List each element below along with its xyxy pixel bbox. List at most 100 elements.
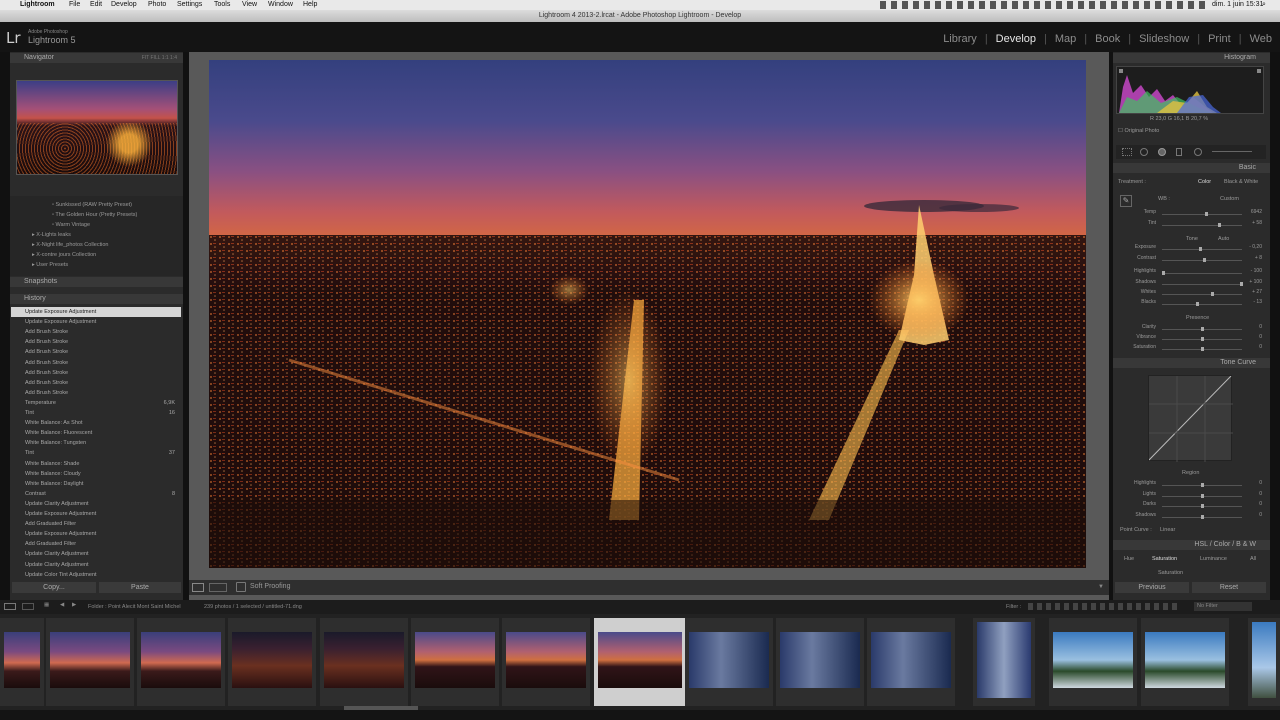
basic-header[interactable]: Basic bbox=[1113, 163, 1270, 173]
module-map[interactable]: Map bbox=[1055, 33, 1076, 45]
tone-curve-graph[interactable] bbox=[1148, 375, 1233, 462]
hsl-tab-hue[interactable]: Hue bbox=[1124, 556, 1134, 562]
slider-value[interactable]: - 13 bbox=[1253, 299, 1262, 305]
history-item[interactable]: Update Clarity Adjustment bbox=[11, 560, 181, 570]
snapshots-header[interactable]: Snapshots bbox=[10, 277, 183, 287]
preset-item[interactable]: ▸ User Presets bbox=[32, 262, 68, 268]
soft-proofing-checkbox[interactable] bbox=[236, 582, 246, 592]
slider-value[interactable]: 0 bbox=[1259, 344, 1262, 350]
history-item[interactable]: White Balance: Tungsten bbox=[11, 438, 181, 448]
preset-item[interactable]: ▸ X-contre jours Collection bbox=[32, 252, 96, 258]
slider-highlights[interactable]: Highlights - 100 bbox=[1122, 268, 1262, 278]
menu-photo[interactable]: Photo bbox=[148, 0, 166, 10]
primary-window-icon[interactable] bbox=[4, 603, 16, 610]
navigator-preview[interactable] bbox=[16, 80, 178, 175]
preset-item[interactable]: ▫ Warm Vintage bbox=[52, 222, 90, 228]
back-arrow-icon[interactable]: ◀ bbox=[60, 602, 64, 608]
slider-knob[interactable] bbox=[1201, 493, 1204, 498]
histogram-header[interactable]: Histogram bbox=[1113, 53, 1270, 63]
slider-value[interactable]: 0 bbox=[1259, 324, 1262, 330]
photo-count[interactable]: 239 photos / 1 selected / untitled-71.dn… bbox=[204, 604, 302, 610]
slider-value[interactable]: 0 bbox=[1259, 501, 1262, 507]
before-after-icon[interactable] bbox=[209, 583, 227, 592]
module-book[interactable]: Book bbox=[1095, 33, 1120, 45]
preset-item[interactable]: ▸ X-Night life_photos Collection bbox=[32, 242, 108, 248]
slider-value[interactable]: 0 bbox=[1259, 512, 1262, 518]
filmstrip-thumbnail[interactable] bbox=[1049, 618, 1137, 706]
filmstrip-thumbnail[interactable] bbox=[411, 618, 499, 706]
history-item[interactable]: Add Brush Stroke bbox=[11, 358, 181, 368]
module-slideshow[interactable]: Slideshow bbox=[1139, 33, 1189, 45]
history-item[interactable]: Update Exposure Adjustment bbox=[11, 509, 181, 519]
forward-arrow-icon[interactable]: ▶ bbox=[72, 602, 76, 608]
preset-item[interactable]: ▫ Sunkissed (RAW Pretty Preset) bbox=[52, 202, 132, 208]
filmstrip-thumbnail[interactable] bbox=[1141, 618, 1229, 706]
treatment-color[interactable]: Color bbox=[1198, 179, 1211, 185]
history-item[interactable]: Update Clarity Adjustment bbox=[11, 549, 181, 559]
slider-blacks[interactable]: Blacks - 13 bbox=[1122, 299, 1262, 309]
grid-icon[interactable]: ▦ bbox=[44, 602, 49, 608]
slider-value[interactable]: - 100 bbox=[1251, 268, 1262, 274]
history-item[interactable]: White Balance: Cloudy bbox=[11, 469, 181, 479]
slider-knob[interactable] bbox=[1162, 271, 1165, 275]
history-item[interactable]: White Balance: Shade bbox=[11, 459, 181, 469]
history-item[interactable]: Contrast 8 bbox=[11, 489, 181, 499]
clipping-shadows-icon[interactable] bbox=[1119, 69, 1123, 73]
slider-value[interactable]: + 100 bbox=[1249, 279, 1262, 285]
filmstrip-thumbnail[interactable] bbox=[1248, 618, 1280, 706]
module-web[interactable]: Web bbox=[1250, 33, 1272, 45]
tone-auto-button[interactable]: Auto bbox=[1218, 236, 1229, 242]
menu-settings[interactable]: Settings bbox=[177, 0, 202, 10]
module-develop[interactable]: Develop bbox=[996, 33, 1036, 45]
status-icons[interactable] bbox=[880, 1, 1210, 9]
menu-view[interactable]: View bbox=[242, 0, 257, 10]
slider-whites[interactable]: Whites + 27 bbox=[1122, 289, 1262, 299]
module-print[interactable]: Print bbox=[1208, 33, 1231, 45]
radial-filter-icon[interactable] bbox=[1194, 148, 1202, 156]
history-item[interactable]: Add Brush Stroke bbox=[11, 388, 181, 398]
slider-exposure[interactable]: Exposure - 0,20 bbox=[1122, 244, 1262, 254]
preset-item[interactable]: ▫ The Golden Hour (Pretty Presets) bbox=[52, 212, 137, 218]
slider-temp[interactable]: Temp 6942 bbox=[1122, 209, 1262, 219]
slider-knob[interactable] bbox=[1211, 292, 1215, 296]
slider-value[interactable]: - 0,20 bbox=[1249, 244, 1262, 250]
slider-shadows[interactable]: Shadows 0 bbox=[1122, 512, 1262, 522]
history-item[interactable]: Update Clarity Adjustment bbox=[11, 499, 181, 509]
slider-lights[interactable]: Lights 0 bbox=[1122, 491, 1262, 501]
slider-knob[interactable] bbox=[1201, 504, 1204, 508]
preset-item[interactable]: ▸ X-Lights leaks bbox=[32, 232, 71, 238]
history-item[interactable]: Update Exposure Adjustment bbox=[11, 529, 181, 539]
history-item[interactable]: Add Graduated Filter bbox=[11, 539, 181, 549]
spot-removal-icon[interactable] bbox=[1140, 148, 1148, 156]
filmstrip-thumbnail[interactable] bbox=[228, 618, 316, 706]
slider-value[interactable]: 0 bbox=[1259, 480, 1262, 486]
slider-knob[interactable] bbox=[1201, 514, 1204, 519]
slider-value[interactable]: + 8 bbox=[1255, 255, 1262, 261]
slider-highlights[interactable]: Highlights 0 bbox=[1122, 480, 1262, 490]
slider-knob[interactable] bbox=[1201, 337, 1204, 341]
toolbar-menu-icon[interactable]: ▼ bbox=[1098, 584, 1104, 590]
histogram[interactable] bbox=[1116, 66, 1264, 114]
slider-clarity[interactable]: Clarity 0 bbox=[1122, 324, 1262, 334]
history-item[interactable]: White Balance: Daylight bbox=[11, 479, 181, 489]
navigator-header[interactable]: Navigator FIT FILL 1:1 1:4 bbox=[10, 53, 183, 63]
menu-help[interactable]: Help bbox=[303, 0, 317, 10]
red-eye-icon[interactable] bbox=[1158, 148, 1166, 156]
clipping-highlights-icon[interactable] bbox=[1257, 69, 1261, 73]
slider-knob[interactable] bbox=[1240, 282, 1243, 286]
copy-button[interactable]: Copy... bbox=[12, 582, 96, 593]
folder-path[interactable]: Folder : Point Alecit Mont Saint Michel bbox=[88, 604, 181, 610]
slider-track[interactable] bbox=[1162, 225, 1242, 226]
graduated-filter-icon[interactable] bbox=[1176, 148, 1182, 156]
filmstrip-thumbnail[interactable] bbox=[502, 618, 590, 706]
slider-contrast[interactable]: Contrast + 8 bbox=[1122, 255, 1262, 265]
slider-knob[interactable] bbox=[1202, 258, 1206, 262]
menu-file[interactable]: File bbox=[69, 0, 80, 10]
slider-value[interactable]: 6942 bbox=[1251, 209, 1262, 215]
navigator-zoom[interactable]: FIT FILL 1:1 1:4 bbox=[142, 53, 177, 63]
slider-darks[interactable]: Darks 0 bbox=[1122, 501, 1262, 511]
menu-edit[interactable]: Edit bbox=[90, 0, 102, 10]
reset-button[interactable]: Reset bbox=[1192, 582, 1266, 593]
wb-eyedropper-icon[interactable]: ✎ bbox=[1120, 195, 1132, 207]
slider-knob[interactable] bbox=[1196, 302, 1200, 306]
